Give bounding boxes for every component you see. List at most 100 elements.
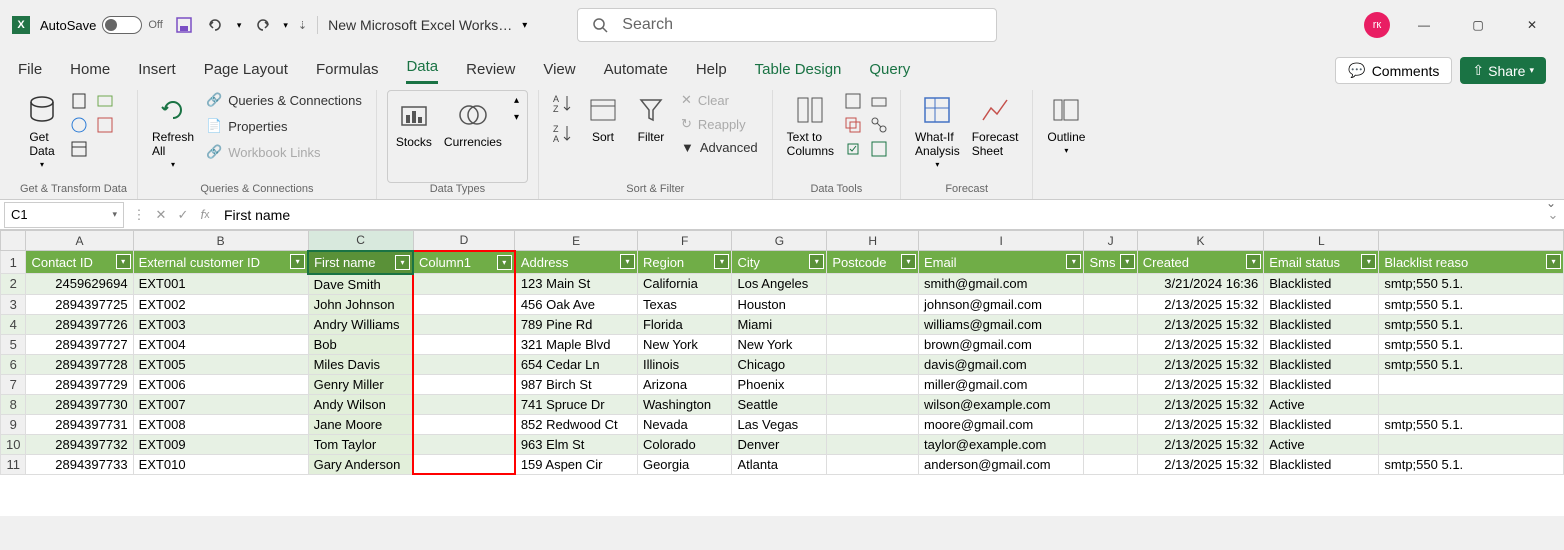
cell[interactable]: williams@gmail.com	[918, 314, 1083, 334]
cell[interactable]: EXT006	[133, 374, 308, 394]
cell[interactable]: Denver	[732, 434, 827, 454]
table-header-cell[interactable]: Contact ID▾	[26, 251, 133, 274]
cell[interactable]: Blacklisted	[1264, 334, 1379, 354]
cell[interactable]: 456 Oak Ave	[515, 294, 638, 314]
filter-dropdown-icon[interactable]: ▾	[290, 254, 305, 269]
cell[interactable]: 654 Cedar Ln	[515, 354, 638, 374]
cell[interactable]	[413, 434, 515, 454]
cell[interactable]: 2894397725	[26, 294, 133, 314]
cell[interactable]: EXT010	[133, 454, 308, 474]
cell[interactable]: Texas	[637, 294, 731, 314]
tab-review[interactable]: Review	[466, 57, 515, 84]
cell[interactable]	[1084, 354, 1137, 374]
cell[interactable]: EXT002	[133, 294, 308, 314]
cell[interactable]	[1084, 414, 1137, 434]
relationships-icon[interactable]	[868, 114, 890, 136]
cell[interactable]: johnson@gmail.com	[918, 294, 1083, 314]
forecast-sheet-button[interactable]: Forecast Sheet	[968, 90, 1023, 160]
workbook-links-button[interactable]: 🔗Workbook Links	[202, 142, 366, 162]
cell[interactable]: 2894397727	[26, 334, 133, 354]
tab-data[interactable]: Data	[406, 54, 438, 84]
cell[interactable]: smtp;550 5.1.	[1379, 414, 1564, 434]
cell[interactable]: Houston	[732, 294, 827, 314]
col-header[interactable]: B	[133, 231, 308, 251]
tab-pagelayout[interactable]: Page Layout	[204, 57, 288, 84]
row-header[interactable]: 11	[1, 454, 26, 474]
datatypes-next-icon[interactable]: ▾	[514, 112, 519, 123]
cell[interactable]: 2459629694	[26, 274, 133, 295]
cell[interactable]: smtp;550 5.1.	[1379, 454, 1564, 474]
cell[interactable]: smith@gmail.com	[918, 274, 1083, 295]
cell[interactable]	[827, 294, 919, 314]
cell[interactable]: EXT003	[133, 314, 308, 334]
col-header[interactable]: K	[1137, 231, 1263, 251]
cell[interactable]: Dave Smith	[308, 274, 413, 295]
existing-connections-icon[interactable]	[94, 114, 116, 136]
filter-dropdown-icon[interactable]: ▾	[620, 254, 635, 269]
cell[interactable]	[827, 374, 919, 394]
cell[interactable]: 2894397731	[26, 414, 133, 434]
filter-dropdown-icon[interactable]: ▾	[1120, 254, 1135, 269]
cell[interactable]	[827, 434, 919, 454]
tab-help[interactable]: Help	[696, 57, 727, 84]
filter-dropdown-icon[interactable]: ▾	[1361, 254, 1376, 269]
cell[interactable]: New York	[637, 334, 731, 354]
row-header[interactable]: 3	[1, 294, 26, 314]
table-header-cell[interactable]: Region▾	[637, 251, 731, 274]
cell[interactable]: Active	[1264, 434, 1379, 454]
cell[interactable]: Blacklisted	[1264, 414, 1379, 434]
undo-icon[interactable]	[205, 14, 227, 36]
outline-button[interactable]: Outline▾	[1043, 90, 1089, 157]
cell[interactable]: 2/13/2025 15:32	[1137, 454, 1263, 474]
redo-dropdown-icon[interactable]: ▾	[283, 20, 288, 31]
whatif-button[interactable]: What-If Analysis▾	[911, 90, 964, 171]
cell[interactable]: 2/13/2025 15:32	[1137, 314, 1263, 334]
col-header[interactable]: L	[1264, 231, 1379, 251]
row-header[interactable]: 9	[1, 414, 26, 434]
cell[interactable]: Seattle	[732, 394, 827, 414]
cell[interactable]: Miles Davis	[308, 354, 413, 374]
stocks-button[interactable]: Stocks	[392, 95, 436, 151]
cell[interactable]: Las Vegas	[732, 414, 827, 434]
maximize-icon[interactable]: ▢	[1458, 10, 1498, 40]
cell[interactable]: 2894397730	[26, 394, 133, 414]
cell[interactable]: California	[637, 274, 731, 295]
table-header-cell[interactable]: Email status▾	[1264, 251, 1379, 274]
filter-dropdown-icon[interactable]: ▾	[497, 255, 512, 270]
cell[interactable]	[827, 314, 919, 334]
row-header[interactable]: 4	[1, 314, 26, 334]
clear-button[interactable]: ✕Clear	[677, 90, 762, 110]
cell[interactable]: Andy Wilson	[308, 394, 413, 414]
cell[interactable]: Phoenix	[732, 374, 827, 394]
cell[interactable]: 2/13/2025 15:32	[1137, 414, 1263, 434]
cell[interactable]	[827, 454, 919, 474]
sort-button[interactable]: Sort	[581, 90, 625, 146]
col-header[interactable]: C	[308, 231, 413, 251]
row-header[interactable]: 10	[1, 434, 26, 454]
search-input[interactable]: Search	[577, 8, 997, 42]
cell[interactable]: New York	[732, 334, 827, 354]
cell[interactable]: Washington	[637, 394, 731, 414]
cell[interactable]	[827, 354, 919, 374]
cell[interactable]: wilson@example.com	[918, 394, 1083, 414]
cell[interactable]: miller@gmail.com	[918, 374, 1083, 394]
row-header[interactable]: 8	[1, 394, 26, 414]
cell[interactable]: 123 Main St	[515, 274, 638, 295]
row-header[interactable]: 5	[1, 334, 26, 354]
cell[interactable]: Blacklisted	[1264, 314, 1379, 334]
filter-dropdown-icon[interactable]: ▾	[809, 254, 824, 269]
cell[interactable]: 741 Spruce Dr	[515, 394, 638, 414]
table-header-cell[interactable]: Blacklist reaso▾	[1379, 251, 1564, 274]
cell[interactable]: 963 Elm St	[515, 434, 638, 454]
table-header-cell[interactable]: Column1▾	[413, 251, 515, 274]
cell[interactable]: Andry Williams	[308, 314, 413, 334]
cell[interactable]: taylor@example.com	[918, 434, 1083, 454]
undo-dropdown-icon[interactable]: ▾	[237, 20, 242, 31]
cell[interactable]	[1084, 294, 1137, 314]
cell[interactable]: Active	[1264, 394, 1379, 414]
currencies-button[interactable]: Currencies	[440, 95, 506, 151]
filter-dropdown-icon[interactable]: ▾	[901, 254, 916, 269]
cell[interactable]	[413, 374, 515, 394]
cell[interactable]: 2/13/2025 15:32	[1137, 434, 1263, 454]
row-header[interactable]: 6	[1, 354, 26, 374]
